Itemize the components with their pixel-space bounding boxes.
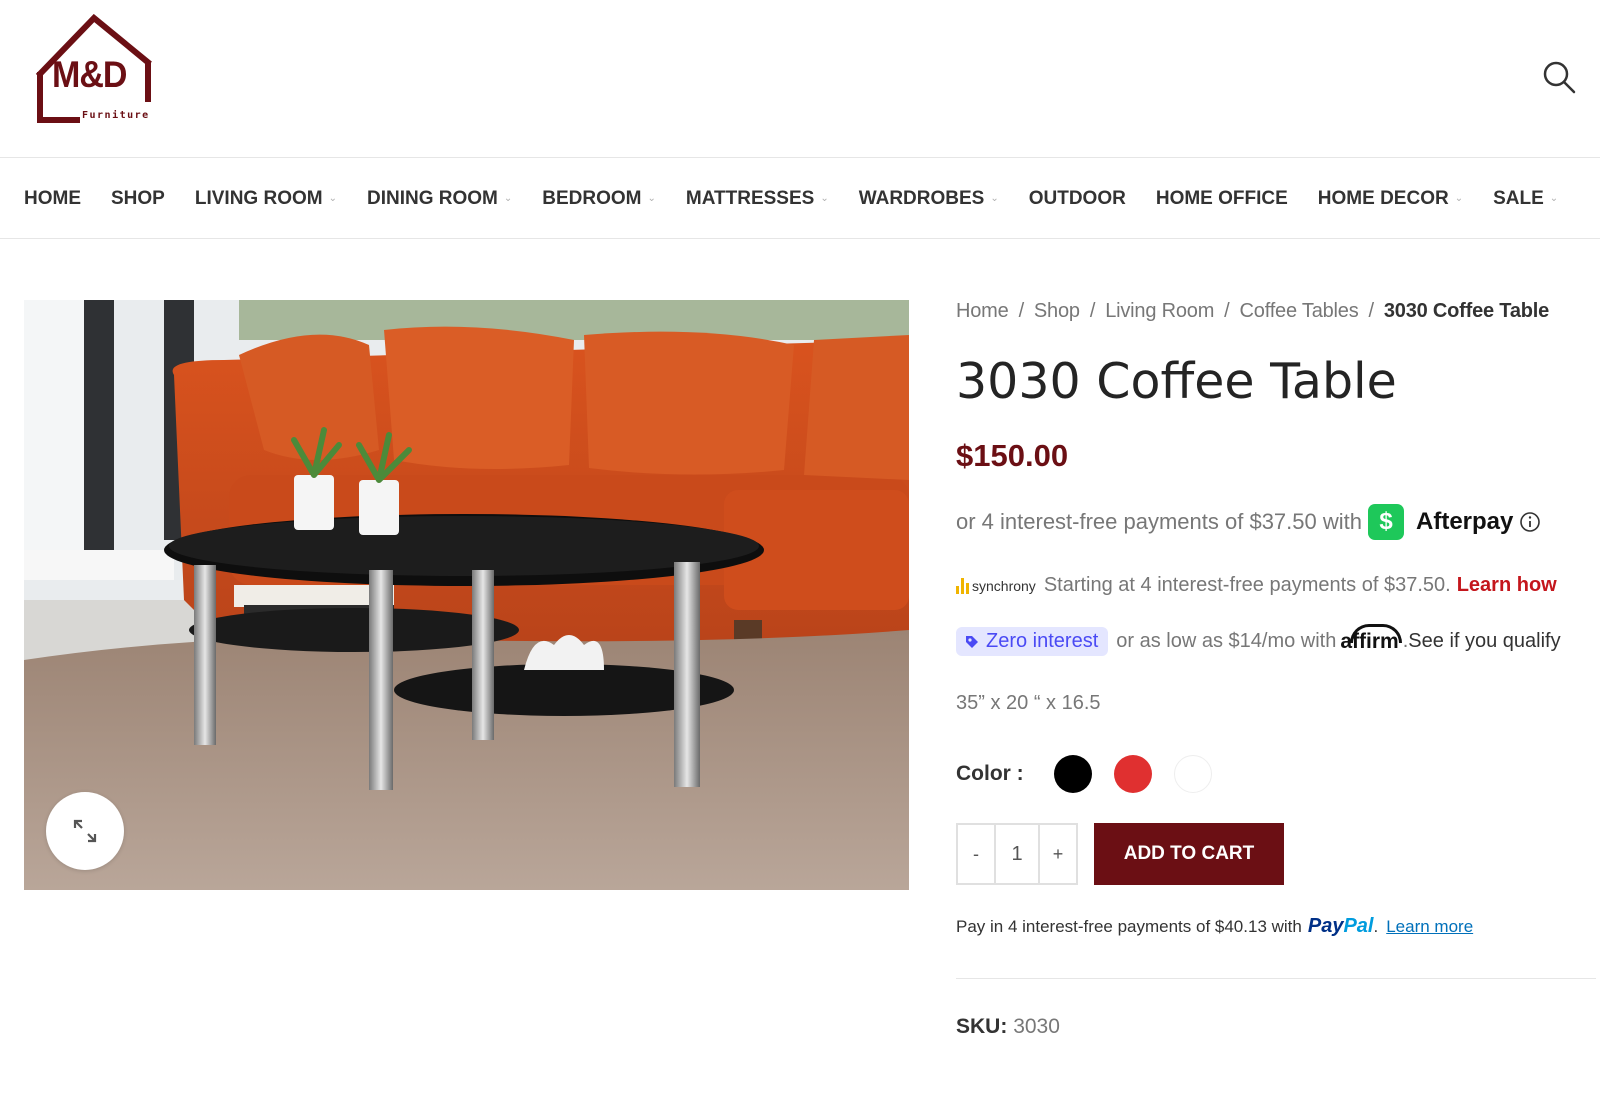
breadcrumb-separator: / [1368,300,1375,322]
color-selector: Color : [956,755,1596,793]
synchrony-logo: synchrony [956,577,1036,594]
nav-item-label: OUTDOOR [1028,187,1126,209]
quantity-stepper: - 1 + [956,823,1078,885]
nav-item-home[interactable]: HOME [24,188,81,210]
tag-icon [966,635,978,648]
nav-item-dining-room[interactable]: DINING ROOM ⌄ [367,188,512,210]
nav-item-label: DINING ROOM [366,187,498,209]
zero-interest-label: Zero interest [986,630,1099,652]
paypal-logo-pal: Pal [1343,915,1374,937]
zero-interest-badge: Zero interest [956,627,1109,656]
color-label: Color : [956,762,1024,785]
synchrony-text: Starting at 4 interest-free payments of … [1043,574,1451,596]
nav-item-mattresses[interactable]: MATTRESSES ⌄ [686,188,829,210]
breadcrumb-coffee-tables[interactable]: Coffee Tables [1240,300,1359,322]
breadcrumb-separator: / [1224,300,1230,322]
nav-item-shop[interactable]: SHOP [111,188,165,210]
nav-item-label: MATTRESSES [685,187,815,209]
chevron-down-icon: ⌄ [647,193,656,204]
breadcrumb: Home / Shop / Living Room / Coffee Tables / 3030… [956,300,1596,323]
breadcrumb-home[interactable]: Home [956,300,1009,322]
affirm-text: or as low as $14/mo with [1116,630,1337,652]
nav-item-wardrobes[interactable]: WARDROBES ⌄ [859,188,999,210]
nav-item-bedroom[interactable]: BEDROOM ⌄ [542,188,656,210]
breadcrumb-current: 3030 Coffee Table [1383,300,1550,322]
affirm-logo: affirm [1340,623,1403,653]
paypal-message: Pay in 4 interest-free payments of $40.1… [956,915,1596,938]
brand-logo[interactable]: M&D Furniture [34,14,154,126]
brand-name: M&D [52,54,127,96]
quantity-input[interactable]: 1 [994,825,1040,883]
afterpay-logo: $ Afterpay [1368,504,1513,540]
product-price: $150.00 [956,438,1069,473]
coffee-table-photo [24,300,909,890]
sku-label: SKU: [956,1015,1008,1038]
chevron-down-icon: ⌄ [1549,193,1559,204]
product-image[interactable] [24,300,909,890]
chevron-down-icon: ⌄ [328,193,337,204]
breadcrumb-separator: / [1018,300,1025,322]
nav-item-label: WARDROBES [858,187,985,209]
product-sku: SKU: 3030 [956,1015,1596,1039]
cash-app-icon: $ [1368,504,1404,540]
info-icon[interactable] [1519,511,1541,533]
quantity-decrease-button[interactable]: - [958,825,994,883]
afterpay-name: Afterpay [1416,508,1514,535]
add-to-cart-button[interactable]: ADD TO CART [1094,823,1284,885]
nav-item-label: HOME OFFICE [1155,187,1288,209]
sku-value: 3030 [1013,1015,1060,1038]
breadcrumb-shop[interactable]: Shop [1034,300,1080,322]
main-nav: HOME SHOP LIVING ROOM ⌄ DINING ROOM ⌄ BEDROOM ⌄… [0,159,1600,239]
synchrony-learn-how-link[interactable]: Learn how [1457,574,1557,597]
nav-item-outdoor[interactable]: OUTDOOR [1029,188,1126,210]
nav-item-label: SALE [1493,187,1544,209]
product-summary: Home / Shop / Living Room / Coffee Tables / 3030… [956,300,1596,1039]
nav-item-sale[interactable]: SALE ⌄ [1493,188,1558,210]
nav-item-home-decor[interactable]: HOME DECOR ⌄ [1318,188,1463,210]
breadcrumb-living-room[interactable]: Living Room [1105,300,1214,322]
cart-row: - 1 + ADD TO CART [956,823,1596,885]
paypal-learn-more-link[interactable]: Learn more [1386,917,1473,937]
nav-item-home-office[interactable]: HOME OFFICE [1156,188,1288,210]
chevron-down-icon: ⌄ [820,193,829,204]
afterpay-text: or 4 interest-free payments of $37.50 wi… [956,509,1362,534]
color-swatch-white[interactable] [1173,755,1212,793]
product-dimensions: 35” x 20 “ x 16.5 [956,692,1101,714]
synchrony-logo-text: synchrony [972,577,1036,594]
afterpay-message: or 4 interest-free payments of $37.50 wi… [956,504,1596,540]
divider [956,978,1596,979]
synchrony-message: synchrony Starting at 4 interest-free pa… [956,574,1596,597]
nav-item-label: LIVING ROOM [194,187,323,209]
search-icon[interactable] [1542,60,1576,94]
color-swatch-red[interactable] [1113,755,1152,793]
expand-icon[interactable] [46,792,124,870]
nav-item-label: HOME DECOR [1317,187,1449,209]
chevron-down-icon: ⌄ [503,193,513,204]
chevron-down-icon: ⌄ [990,193,999,204]
nav-item-label: BEDROOM [542,187,642,209]
affirm-qualify-link[interactable]: See if you qualify [1408,630,1560,653]
nav-item-label: HOME [24,187,81,209]
affirm-message: Zero interest or as low as $14/mo with a… [956,623,1596,656]
synchrony-bars-icon [956,577,969,594]
quantity-increase-button[interactable]: + [1040,825,1076,883]
chevron-down-icon: ⌄ [1454,193,1464,204]
product-title: 3030 Coffee Table [956,353,1397,410]
paypal-logo: PayPal [1308,915,1374,938]
paypal-logo-pay: Pay [1307,915,1344,937]
paypal-dot: . [1373,917,1379,936]
nav-item-living-room[interactable]: LIVING ROOM ⌄ [195,188,337,210]
nav-item-label: SHOP [111,187,165,209]
brand-tagline: Furniture [82,110,150,121]
site-header: M&D Furniture [0,0,1600,158]
color-swatch-black[interactable] [1053,755,1092,793]
paypal-text: Pay in 4 interest-free payments of $40.1… [956,917,1302,936]
breadcrumb-separator: / [1089,300,1096,322]
